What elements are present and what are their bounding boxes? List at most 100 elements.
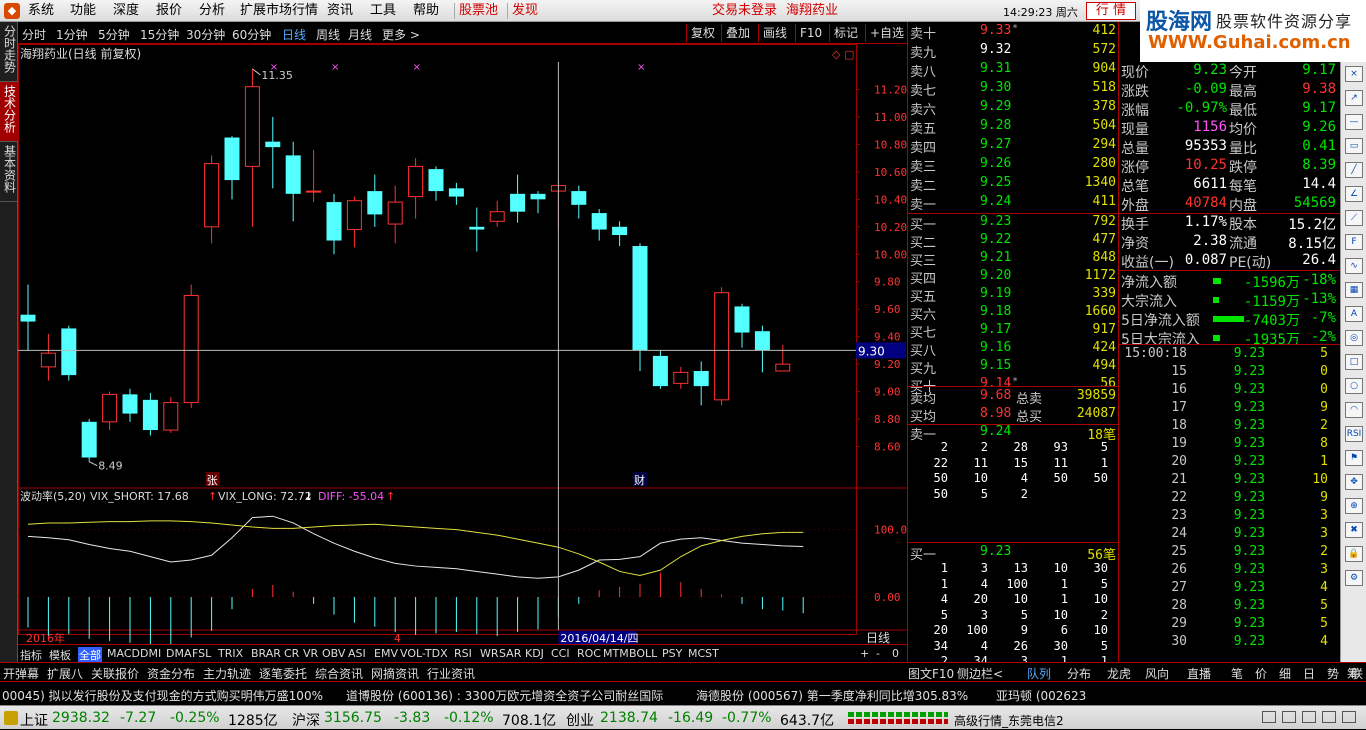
candle[interactable] [61,325,77,381]
period-4[interactable]: 30分钟 [186,26,225,43]
period-3[interactable]: 15分钟 [140,26,179,43]
function-item-4[interactable]: 主力轨迹 [203,665,251,682]
candle[interactable] [489,200,505,227]
candle[interactable] [469,207,485,252]
candle[interactable] [326,193,342,255]
order-book-row[interactable]: 买六 9.18 1660 [908,304,1120,323]
indicator-tab-7[interactable]: TRIX [218,647,243,660]
event-marker-icon[interactable]: × [331,62,339,73]
indicator-tab-21[interactable]: MTM [603,647,629,660]
order-book-row[interactable]: 卖六 9.29 378 [908,99,1120,118]
zoom-control-0[interactable]: + [860,647,869,660]
right-tab-4[interactable]: 龙虎 [1107,665,1131,682]
right-tab-2[interactable]: 队列 [1027,665,1051,682]
menu-red-item-1[interactable]: 发现 [512,4,538,18]
candle[interactable] [734,303,750,348]
right-tab-7[interactable]: 笔 [1231,665,1243,682]
candle[interactable] [387,185,403,244]
indicator-tab-18[interactable]: KDJ [525,647,544,660]
function-item-3[interactable]: 资金分布 [147,665,195,682]
right-tab-8[interactable]: 价 [1255,665,1267,682]
candle[interactable] [122,388,138,422]
indicator-tab-16[interactable]: WR [480,647,499,660]
right-tab-3[interactable]: 分布 [1067,665,1091,682]
chart-tool-5[interactable]: +自选 [865,24,904,42]
indicator-tab-24[interactable]: MCST [688,647,719,660]
order-book-row[interactable]: 卖八 9.31 904 [908,61,1120,80]
candle[interactable] [448,182,464,205]
lock-icon[interactable]: 🔒 [1345,546,1363,562]
right-tab-10[interactable]: 日 [1303,665,1315,682]
order-book-row[interactable]: 卖九 9.32 572 [908,42,1120,61]
candle[interactable] [183,284,199,409]
indicator-tab-10[interactable]: VR [303,647,318,660]
function-item-0[interactable]: 开弹幕 [3,665,39,682]
menu-item-0[interactable]: 系统 [28,4,54,18]
order-book-row[interactable]: 卖五 9.28 504 [908,118,1120,137]
period-2[interactable]: 5分钟 [98,26,130,43]
cycle-icon[interactable]: ◎ [1345,330,1363,346]
candle[interactable] [285,141,301,222]
window-icon[interactable] [1262,711,1276,723]
grid-icon[interactable] [1302,711,1316,723]
queue-header[interactable]: 买一 9.23 56笔 [908,544,1120,563]
news-item-0[interactable]: 00045) 拟以发行股份及支付现金的方式购买明伟万盛100% [2,687,323,704]
candle[interactable] [204,155,220,244]
indicator-tab-20[interactable]: ROC [577,647,601,660]
indicator-tab-3[interactable]: MACD [107,647,140,660]
function-item-6[interactable]: 综合资讯 [315,665,363,682]
app-logo-icon[interactable]: ◆ [4,3,20,19]
candle[interactable] [673,366,689,389]
indicator-tab-8[interactable]: BRAR [251,647,281,660]
chart-tool-4[interactable]: 标记 [829,24,858,42]
candle[interactable] [632,243,648,371]
candle[interactable] [428,166,444,201]
candle[interactable] [693,361,709,406]
period-1[interactable]: 1分钟 [56,26,88,43]
menu-item-4[interactable]: 分析 [199,4,225,18]
candle[interactable] [652,350,668,389]
circle-icon[interactable]: ○ [1345,378,1363,394]
candle[interactable] [306,149,322,203]
event-marker-icon[interactable]: × [637,62,645,73]
indicator-tab-12[interactable]: ASI [348,647,366,660]
candle[interactable] [408,158,424,219]
indicator-tab-0[interactable]: 指标 [20,647,42,663]
delete-icon[interactable]: ✖ [1345,522,1363,538]
order-book-row[interactable]: 买一 9.23 792 [908,214,1120,233]
period-6[interactable]: 日线 [282,26,306,43]
zoom-control-1[interactable]: - [876,647,880,660]
indicator-tab-23[interactable]: PSY [662,647,682,660]
sound-icon[interactable] [1322,711,1336,723]
tab-intraday[interactable]: 分时走势 [0,22,18,82]
period-0[interactable]: 分时 [22,26,46,43]
market-icon[interactable] [4,711,18,725]
candle[interactable] [591,208,607,241]
order-book-row[interactable]: 卖三 9.26 280 [908,156,1120,175]
fund-flow-row[interactable]: 净流入额 -1596万 -18% [1119,272,1340,291]
arrow-icon[interactable]: ↗ [1345,90,1363,106]
right-tab-9[interactable]: 细 [1279,665,1291,682]
menu-item-3[interactable]: 报价 [156,4,182,18]
indicator-tab-11[interactable]: OBV [322,647,345,660]
indicator-tab-14[interactable]: VOL-TDX [400,647,448,660]
news-item-3[interactable]: 亚玛顿 (002623 [996,687,1086,704]
indicator-tab-13[interactable]: EMV [374,647,398,660]
candle[interactable] [163,397,179,433]
indicator-tab-4[interactable]: DMI [140,647,161,660]
indicator-tab-22[interactable]: BOLL [629,647,657,660]
indicator-tab-15[interactable]: RSI [454,647,472,660]
right-tab-5[interactable]: 风向 [1145,665,1169,682]
menu-item-2[interactable]: 深度 [113,4,139,18]
wave-icon[interactable]: ∿ [1345,258,1363,274]
candle[interactable] [102,391,118,431]
candle[interactable] [20,284,36,351]
menu-red-item-0[interactable]: 股票池 [459,4,498,18]
rsi-icon[interactable]: RSI [1345,426,1363,442]
order-book-row[interactable]: 卖二 9.25 1340 [908,175,1120,194]
right-tab-6[interactable]: 直播 [1187,665,1211,682]
rect-icon[interactable]: □ [1345,354,1363,370]
candle[interactable] [530,191,546,214]
indicator-tab-9[interactable]: CR [284,647,299,660]
news-item-1[interactable]: 道博股份 (600136) : 3300万欧元增资全资子公司耐丝国际 [346,687,663,704]
